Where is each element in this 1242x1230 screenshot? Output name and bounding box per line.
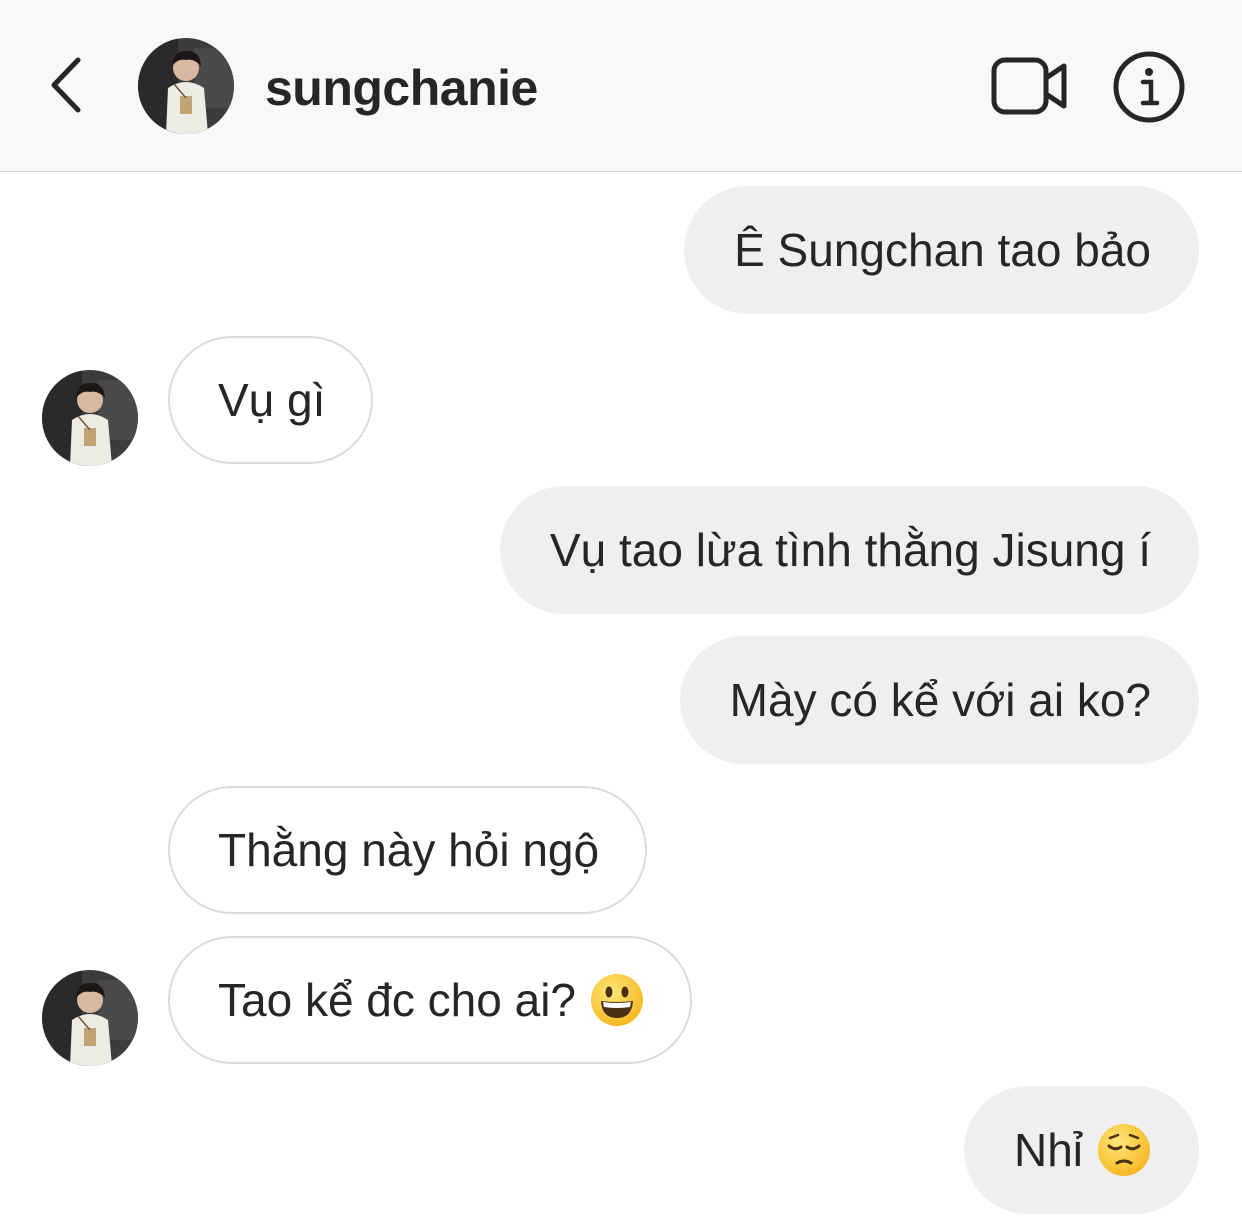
message-text: Ê Sungchan tao bảo [734, 224, 1151, 276]
message-text: Mày có kể với ai ko? [729, 674, 1151, 726]
chat-username[interactable]: sungchanie [265, 58, 538, 118]
video-camera-icon [991, 57, 1067, 115]
header-avatar[interactable] [138, 38, 234, 134]
profile-photo [138, 38, 234, 134]
profile-photo [42, 370, 138, 466]
message-text: Tao kể đc cho ai? [218, 974, 577, 1026]
chevron-left-icon [51, 57, 81, 113]
video-call-button[interactable] [990, 56, 1070, 116]
message-text: Vụ tao lừa tình thằng Jisung í [549, 524, 1151, 576]
message-text: Thằng này hỏi ngộ [218, 824, 600, 876]
profile-photo [42, 970, 138, 1066]
outgoing-message[interactable]: Nhỉ [963, 1086, 1199, 1214]
incoming-message[interactable]: Thằng này hỏi ngộ [168, 786, 648, 914]
message-text: Nhỉ [1013, 1124, 1083, 1176]
info-button[interactable] [1112, 50, 1186, 124]
message-text: Vụ gì [218, 374, 326, 426]
outgoing-message[interactable]: Vụ tao lừa tình thằng Jisung í [499, 486, 1199, 614]
grinning-face-emoji [591, 973, 644, 1026]
chat-header: sungchanie [0, 0, 1242, 172]
outgoing-message[interactable]: Mày có kể với ai ko? [679, 636, 1199, 764]
incoming-message[interactable]: Vụ gì [168, 336, 374, 464]
back-button[interactable] [44, 54, 90, 116]
outgoing-message[interactable]: Ê Sungchan tao bảo [684, 186, 1199, 314]
sender-avatar[interactable] [42, 370, 138, 466]
incoming-message[interactable]: Tao kể đc cho ai? [168, 936, 693, 1064]
sender-avatar[interactable] [42, 970, 138, 1066]
info-circle-icon [1113, 51, 1185, 123]
pensive-face-emoji [1098, 1123, 1150, 1176]
